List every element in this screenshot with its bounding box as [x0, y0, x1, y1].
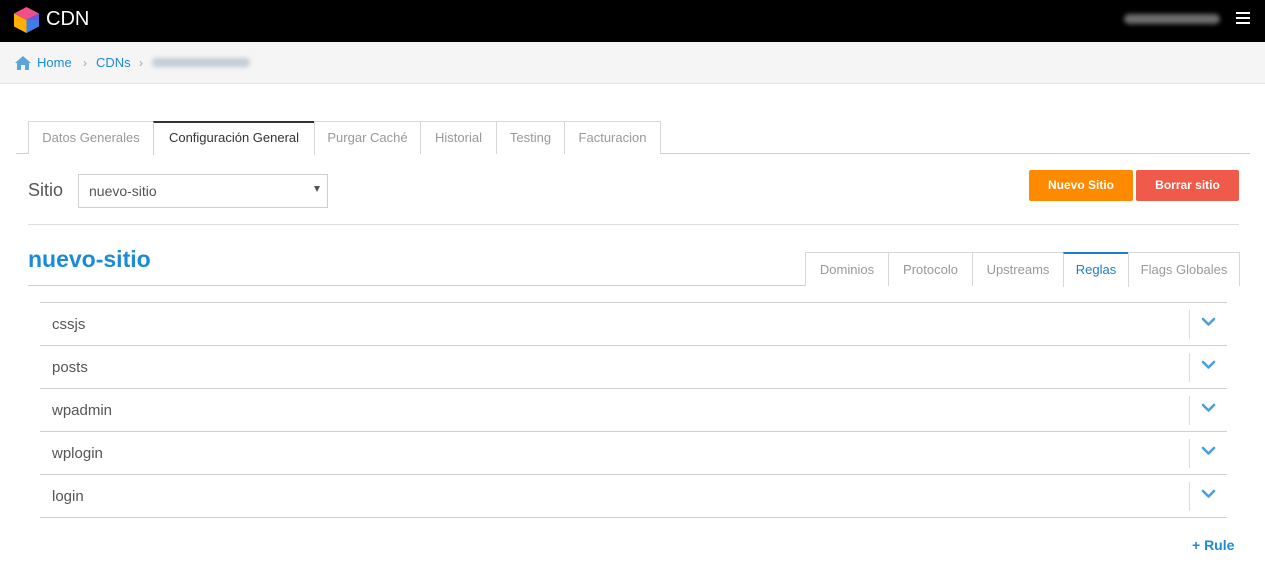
tab-historial[interactable]: Historial — [420, 121, 497, 154]
chevron-down-icon[interactable] — [1201, 403, 1216, 413]
chevron-down-icon[interactable] — [1201, 446, 1216, 456]
chevron-down-icon[interactable] — [1201, 489, 1216, 499]
rule-row-wpadmin[interactable]: wpadmin — [40, 388, 1227, 431]
home-icon[interactable] — [14, 55, 32, 71]
breadcrumb-separator-icon: › — [139, 56, 143, 70]
rule-row-wplogin[interactable]: wplogin — [40, 431, 1227, 474]
sitio-select-value: nuevo-sitio — [89, 183, 157, 199]
rule-name: wpadmin — [52, 402, 113, 419]
add-rule-link[interactable]: + Rule — [1192, 537, 1234, 553]
rule-divider — [1189, 439, 1190, 468]
top-navbar: CDN — [0, 0, 1265, 42]
subtab-protocolo[interactable]: Protocolo — [888, 252, 973, 286]
tab-datos-generales[interactable]: Datos Generales — [28, 121, 154, 154]
site-title: nuevo-sitio — [28, 246, 151, 272]
sitio-select[interactable]: nuevo-sitio — [78, 174, 328, 208]
rule-name: cssjs — [52, 316, 86, 333]
rule-divider — [1189, 310, 1190, 339]
subtab-reglas[interactable]: Reglas — [1063, 252, 1129, 287]
subtab-dominios[interactable]: Dominios — [805, 252, 889, 286]
chevron-down-icon[interactable] — [1201, 317, 1216, 327]
rule-name: login — [52, 488, 84, 505]
breadcrumb-home-link[interactable]: Home — [37, 55, 72, 71]
rule-row-posts[interactable]: posts — [40, 345, 1227, 388]
sitio-label: Sitio — [28, 180, 64, 200]
rule-row-login[interactable]: login — [40, 474, 1227, 517]
rule-divider — [1189, 482, 1190, 511]
hamburger-icon[interactable] — [1236, 12, 1250, 26]
breadcrumb-current — [152, 58, 250, 67]
section-divider — [28, 224, 1239, 225]
tab-testing[interactable]: Testing — [496, 121, 565, 154]
rule-name: wplogin — [52, 445, 103, 462]
delete-site-button[interactable]: Borrar sitio — [1136, 170, 1239, 201]
caret-down-icon — [314, 186, 320, 192]
tab-configuracion-general[interactable]: Configuración General — [153, 121, 315, 155]
chevron-down-icon[interactable] — [1201, 360, 1216, 370]
user-email-menu[interactable] — [1124, 14, 1220, 24]
subtab-flags-globales[interactable]: Flags Globales — [1128, 252, 1240, 286]
new-site-button[interactable]: Nuevo Sitio — [1029, 170, 1133, 201]
cube-logo-icon — [14, 7, 39, 33]
rule-divider — [1189, 353, 1190, 382]
rule-divider — [1189, 396, 1190, 425]
app-title: CDN — [46, 8, 90, 30]
rule-row-cssjs[interactable]: cssjs — [40, 302, 1227, 345]
rule-name: posts — [52, 359, 88, 376]
tab-purgar-cache[interactable]: Purgar Caché — [314, 121, 421, 154]
rules-list-bottom-border — [40, 517, 1227, 518]
breadcrumb-cdns-link[interactable]: CDNs — [96, 55, 131, 71]
tab-facturacion[interactable]: Facturacion — [564, 121, 661, 154]
subtab-upstreams[interactable]: Upstreams — [972, 252, 1064, 286]
breadcrumb-separator-icon: › — [83, 56, 87, 70]
